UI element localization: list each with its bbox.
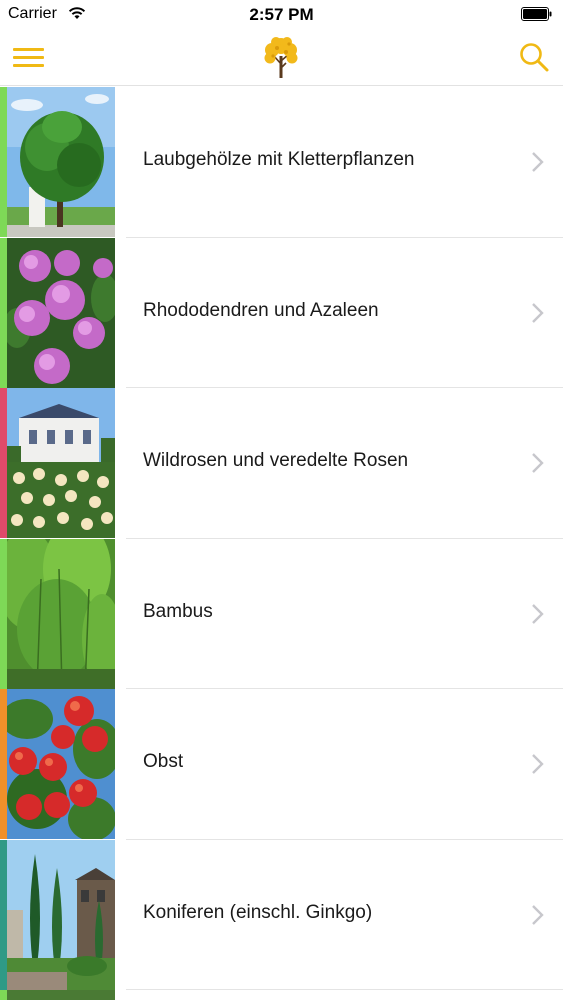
category-thumbnail — [7, 839, 115, 990]
category-label: Obst — [143, 751, 184, 772]
category-color-bar — [0, 87, 7, 237]
category-color-bar — [0, 839, 7, 990]
category-label: Koniferen (einschl. Ginkgo) — [143, 901, 373, 923]
category-color-bar — [0, 538, 7, 689]
menu-button[interactable] — [12, 42, 46, 72]
list-item-partial[interactable] — [0, 990, 563, 1000]
category-color-bar — [0, 388, 7, 538]
category-color-bar — [0, 990, 7, 1000]
chevron-right-icon — [532, 302, 544, 323]
category-color-bar — [0, 689, 7, 839]
category-list: Laubgehölze mit Kletterpflanzen Rhododen… — [0, 87, 563, 1000]
list-item-koniferen[interactable]: Koniferen (einschl. Ginkgo) — [0, 839, 563, 990]
list-item-bambus[interactable]: Bambus — [0, 538, 563, 689]
category-label: Wildrosen und veredelte Rosen — [143, 450, 409, 471]
clock: 2:57 PM — [249, 5, 314, 24]
list-item-wildrosen[interactable]: Wildrosen und veredelte Rosen — [0, 388, 563, 539]
chevron-right-icon — [532, 152, 544, 172]
category-thumbnail — [7, 388, 115, 538]
search-button[interactable] — [517, 40, 551, 74]
category-thumbnail — [7, 538, 115, 689]
category-label: Rhododendren und Azaleen — [143, 299, 379, 321]
category-thumbnail — [7, 689, 115, 839]
category-label: Bambus — [143, 600, 213, 622]
category-thumbnail — [7, 237, 115, 388]
navigation-bar — [0, 30, 563, 86]
category-color-bar — [0, 237, 7, 388]
chevron-right-icon — [532, 754, 544, 774]
battery-icon — [521, 7, 552, 21]
status-bar: Carrier 2:57 PM — [0, 0, 563, 30]
chevron-right-icon — [532, 453, 544, 473]
chevron-right-icon — [532, 904, 544, 925]
hamburger-icon — [13, 48, 44, 51]
list-item-laubgehoelze[interactable]: Laubgehölze mit Kletterpflanzen — [0, 87, 563, 238]
category-thumbnail — [7, 87, 115, 237]
category-thumbnail — [7, 990, 115, 1000]
tree-logo-icon — [264, 37, 298, 78]
list-item-obst[interactable]: Obst — [0, 689, 563, 840]
list-item-rhododendren[interactable]: Rhododendren und Azaleen — [0, 237, 563, 388]
chevron-right-icon — [532, 603, 544, 624]
category-label: Laubgehölze mit Kletterpflanzen — [143, 149, 415, 170]
